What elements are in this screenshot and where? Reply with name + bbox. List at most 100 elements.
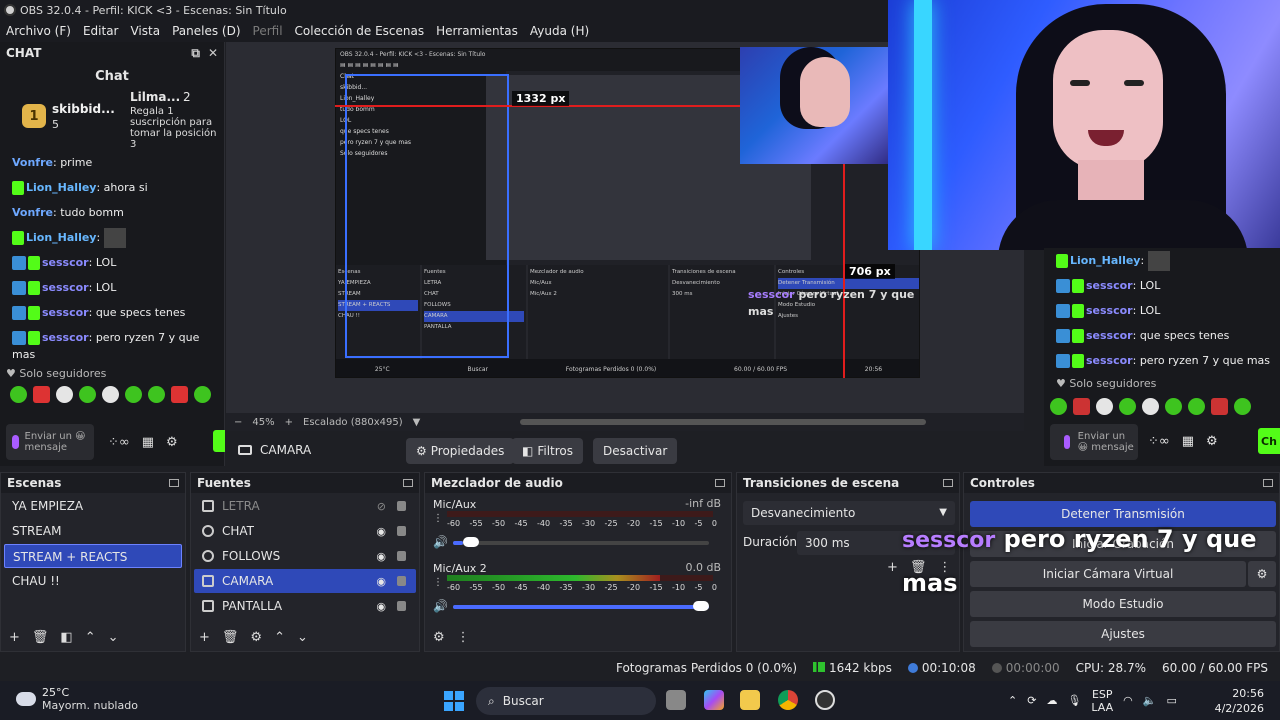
file-explorer-icon[interactable]	[740, 690, 760, 710]
gifter-name[interactable]: skibbid...	[52, 102, 115, 116]
mic-icon[interactable]	[12, 435, 19, 449]
volume-slider[interactable]	[453, 605, 709, 609]
weather-widget[interactable]: 25°C Mayorm. nublado	[16, 686, 138, 712]
cloud-tray-icon[interactable]: ☁	[1046, 694, 1057, 707]
eye-hidden-icon[interactable]: ⊘	[377, 500, 386, 513]
lock-icon[interactable]	[397, 576, 406, 586]
deactivate-button[interactable]: Desactivar	[593, 438, 678, 464]
channel-menu-icon[interactable]: ⋮	[433, 577, 443, 588]
move-up-icon[interactable]: ⌃	[85, 630, 96, 645]
gifter-name-2[interactable]: Lilma...	[130, 90, 180, 104]
chevron-down-icon[interactable]: ▼	[413, 417, 421, 428]
emote-icon[interactable]	[148, 386, 165, 403]
chat-username[interactable]: Lion_Halley	[26, 231, 96, 244]
lock-icon[interactable]	[397, 501, 406, 511]
properties-button[interactable]: ⚙ Propiedades	[406, 438, 515, 464]
selection-bounding-box[interactable]	[345, 74, 509, 358]
emote-icon[interactable]	[33, 386, 50, 403]
menu-scene-collection[interactable]: Colección de Escenas	[295, 24, 425, 38]
copilot-icon[interactable]	[704, 690, 724, 710]
zoom-in-button[interactable]: +	[285, 417, 293, 428]
eye-icon[interactable]: ◉	[376, 575, 386, 588]
emote-icon[interactable]	[194, 386, 211, 403]
close-icon[interactable]: ✕	[208, 46, 218, 61]
add-icon[interactable]: +	[887, 560, 898, 575]
task-view-icon[interactable]	[666, 690, 686, 710]
chat-username[interactable]: Lion_Halley	[26, 181, 96, 194]
source-item[interactable]: CHAT ◉	[194, 519, 416, 543]
chat-username[interactable]: sesscor	[42, 306, 89, 319]
lock-icon[interactable]	[397, 551, 406, 561]
menu-profile[interactable]: Perfil	[253, 24, 283, 38]
menu-docks[interactable]: Paneles (D)	[172, 24, 240, 38]
popout-icon[interactable]	[943, 479, 953, 487]
menu-icon[interactable]: ⋮	[457, 630, 470, 645]
scene-item[interactable]: CHAU !!	[4, 569, 182, 593]
speaker-icon[interactable]: 🔊	[433, 599, 448, 613]
wifi-icon[interactable]: ◠	[1123, 694, 1133, 707]
chat-message-input[interactable]: Enviar un 😀 mensaje	[6, 424, 94, 460]
menu-file[interactable]: Archivo (F)	[6, 24, 71, 38]
chat-username[interactable]: Vonfre	[12, 156, 53, 169]
eye-icon[interactable]: ◉	[376, 600, 386, 613]
volume-slider[interactable]	[453, 541, 709, 545]
settings-button[interactable]: Ajustes	[970, 621, 1276, 647]
channel-menu-icon[interactable]: ⋮	[433, 513, 443, 524]
trash-icon[interactable]: 🗑	[222, 630, 239, 645]
source-item[interactable]: PANTALLA ◉	[194, 594, 416, 618]
emote-icon[interactable]	[102, 386, 119, 403]
popout-icon[interactable]	[169, 479, 179, 487]
emote-icon[interactable]	[125, 386, 142, 403]
trash-icon[interactable]: 🗑	[32, 630, 49, 645]
add-icon[interactable]: +	[9, 630, 20, 645]
emote-icon[interactable]	[56, 386, 73, 403]
eye-icon[interactable]: ◉	[376, 550, 386, 563]
chrome-icon[interactable]	[778, 690, 798, 710]
menu-view[interactable]: Vista	[130, 24, 160, 38]
eye-icon[interactable]: ◉	[376, 525, 386, 538]
filter-icon[interactable]: ◧	[60, 630, 72, 645]
move-up-icon[interactable]: ⌃	[274, 630, 285, 645]
windows-start-icon[interactable]	[444, 691, 464, 711]
emote-icon[interactable]	[79, 386, 96, 403]
add-icon[interactable]: +	[199, 630, 210, 645]
emote-icon[interactable]	[171, 386, 188, 403]
emote-icon[interactable]	[10, 386, 27, 403]
clock[interactable]: 20:56 4/2/2026	[1215, 686, 1264, 716]
source-item[interactable]: FOLLOWS ◉	[194, 544, 416, 568]
zoom-out-button[interactable]: −	[234, 417, 242, 428]
volume-icon[interactable]: 🔈	[1143, 694, 1157, 707]
gear-icon[interactable]: ⚙	[250, 630, 262, 645]
taskbar-search[interactable]: ⌕ Buscar	[476, 687, 656, 715]
volume-knob[interactable]	[693, 601, 709, 611]
source-item-selected[interactable]: CAMARA ◉	[194, 569, 416, 593]
battery-icon[interactable]: ▭	[1166, 694, 1176, 707]
popout-icon[interactable]	[1263, 479, 1273, 487]
popout-icon[interactable]	[403, 479, 413, 487]
lock-icon[interactable]	[397, 526, 406, 536]
move-down-icon[interactable]: ⌄	[297, 630, 308, 645]
chat-send-button[interactable]	[213, 430, 225, 452]
lock-icon[interactable]	[397, 601, 406, 611]
scene-item[interactable]: YA EMPIEZA	[4, 494, 182, 518]
gear-icon[interactable]: ⚙	[166, 435, 178, 450]
users-icon[interactable]: ⁘∞	[108, 435, 130, 450]
store-icon[interactable]: ▦	[142, 435, 154, 450]
popout-icon[interactable]	[715, 479, 725, 487]
source-item[interactable]: LETRA ⊘	[194, 494, 416, 518]
scene-item[interactable]: STREAM	[4, 519, 182, 543]
obs-icon[interactable]	[815, 690, 835, 710]
volume-knob[interactable]	[462, 537, 479, 547]
popout-icon[interactable]: ⧉	[191, 46, 200, 61]
chat-username[interactable]: Vonfre	[12, 206, 53, 219]
filters-button[interactable]: ◧ Filtros	[512, 438, 584, 464]
preview-scrollbar[interactable]	[520, 419, 926, 425]
chat-username[interactable]: sesscor	[42, 281, 89, 294]
speaker-icon[interactable]: 🔊	[433, 535, 448, 549]
sync-icon[interactable]: ⟳	[1027, 694, 1036, 707]
menu-tools[interactable]: Herramientas	[436, 24, 518, 38]
chat-username[interactable]: sesscor	[42, 256, 89, 269]
move-down-icon[interactable]: ⌄	[108, 630, 119, 645]
chevron-up-icon[interactable]: ⌃	[1008, 694, 1017, 707]
mic-tray-icon[interactable]: 🎙	[1067, 694, 1081, 707]
